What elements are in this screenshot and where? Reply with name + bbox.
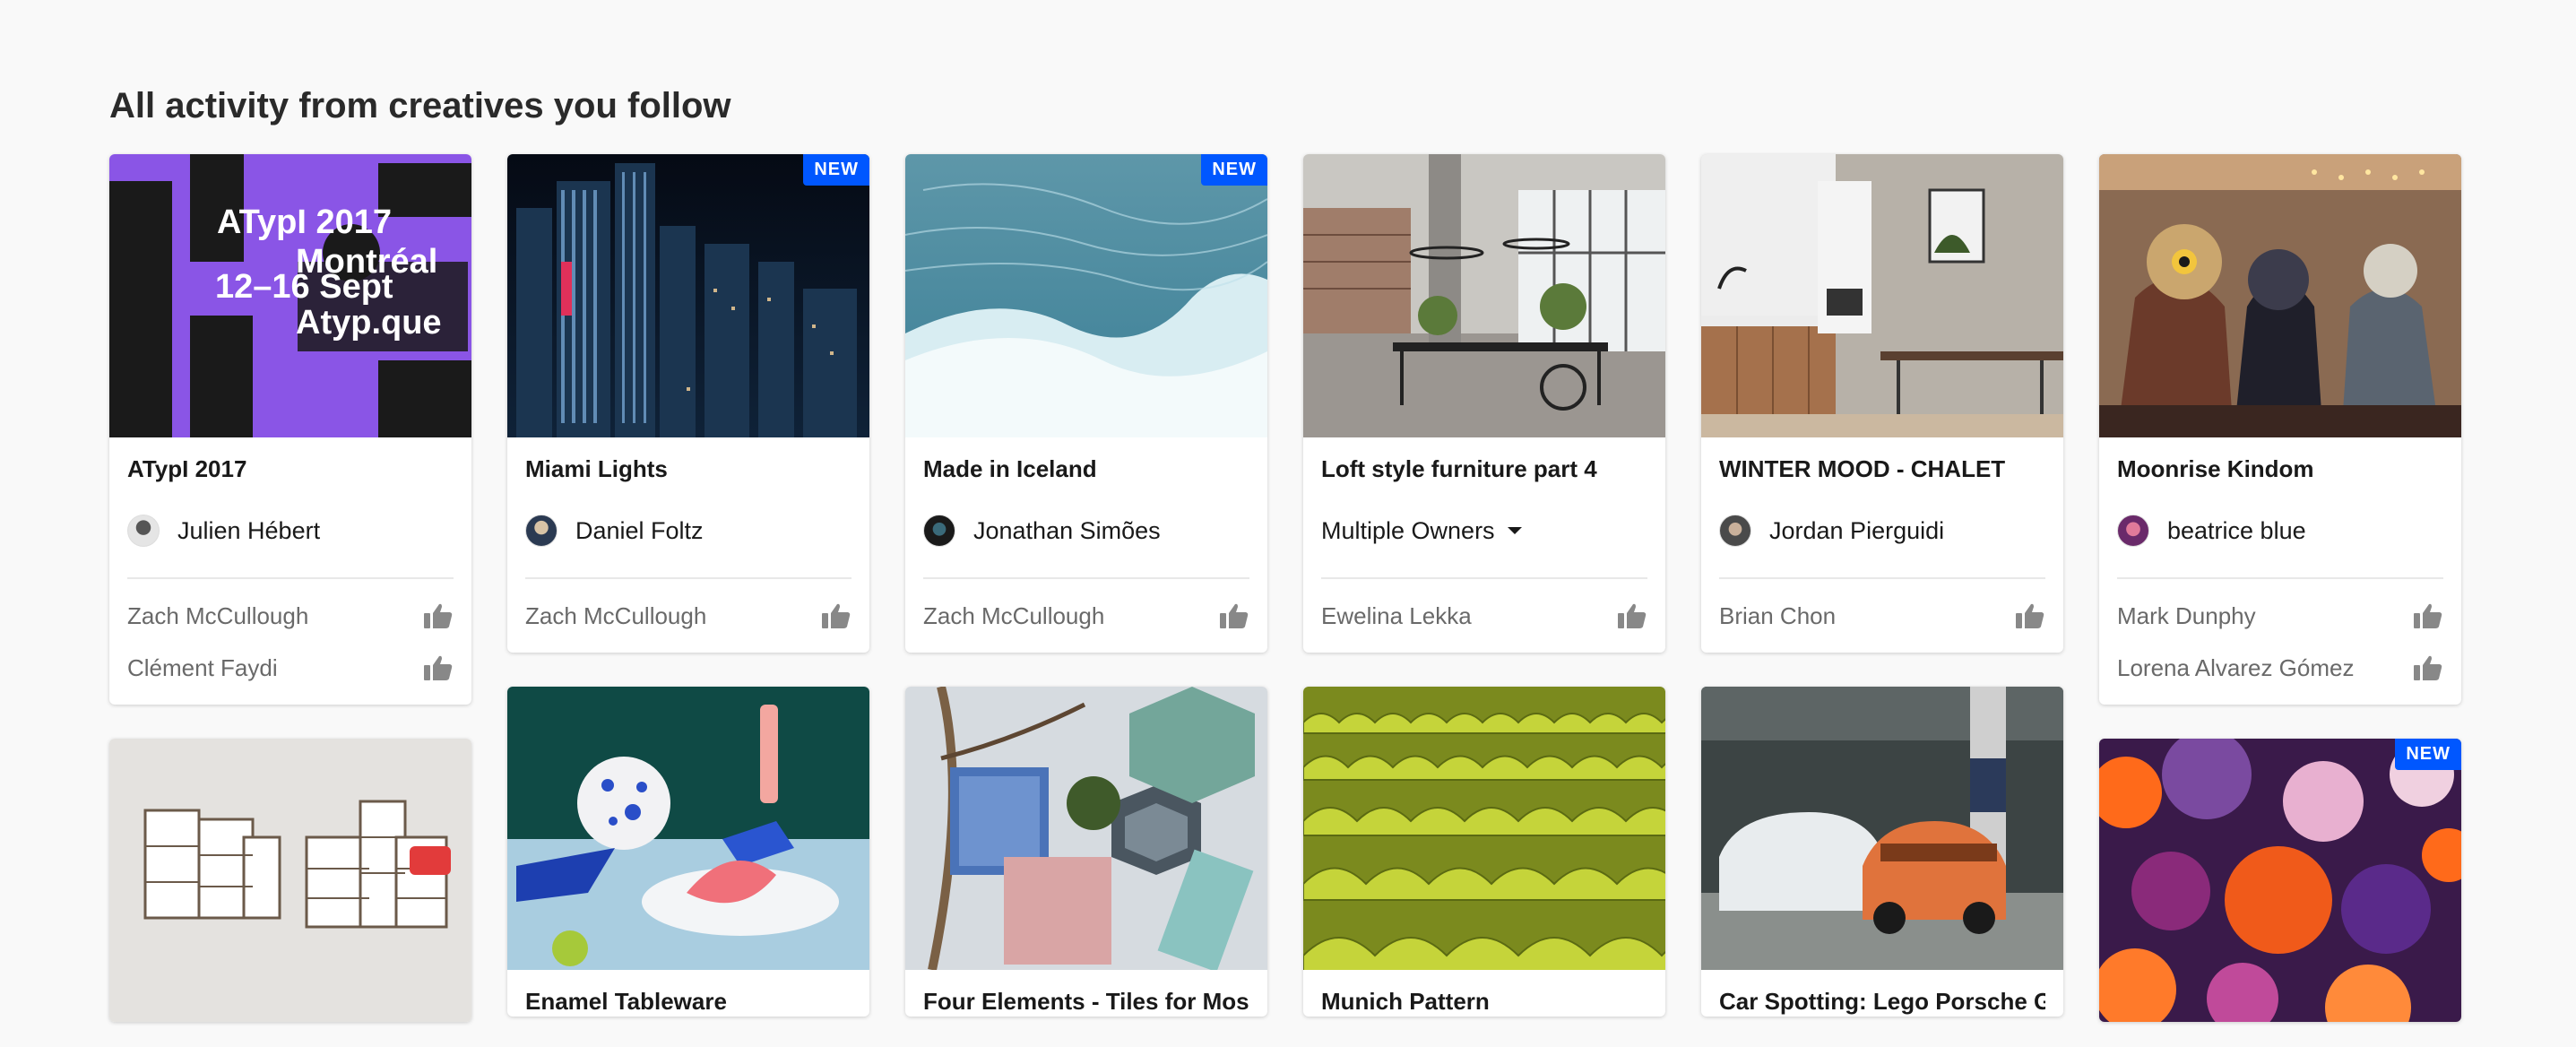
project-card[interactable]: Enamel Tableware bbox=[507, 687, 869, 1017]
activity-page: All activity from creatives you follow A… bbox=[0, 0, 2576, 1047]
project-card[interactable]: WINTER MOOD - CHALET Jordan Pierguidi Br… bbox=[1701, 154, 2063, 653]
appreciation-row: Clément Faydi bbox=[127, 642, 454, 694]
liker-name[interactable]: Mark Dunphy bbox=[2117, 602, 2256, 630]
thumbs-up-icon bbox=[1617, 602, 1647, 629]
appreciation-row: Mark Dunphy bbox=[2117, 590, 2443, 642]
appreciation-row: Brian Chon bbox=[1719, 590, 2045, 642]
column: Loft style furniture part 4 Multiple Own… bbox=[1303, 154, 1665, 1047]
project-card[interactable]: Munich Pattern bbox=[1303, 687, 1665, 1017]
column: ATypI 2017 Montréal 12–16 Sept Atyp.que … bbox=[109, 154, 471, 1047]
thumbs-up-icon bbox=[2413, 602, 2443, 629]
liker-name[interactable]: Zach McCullough bbox=[127, 602, 308, 630]
avatar bbox=[525, 515, 558, 547]
liker-name[interactable]: Zach McCullough bbox=[525, 602, 706, 630]
project-thumbnail[interactable] bbox=[507, 687, 869, 970]
owner-name[interactable]: Daniel Foltz bbox=[575, 517, 704, 545]
project-card[interactable]: Four Elements - Tiles for Mosaic bbox=[905, 687, 1267, 1017]
avatar bbox=[923, 515, 955, 547]
appreciations-list: Brian Chon bbox=[1719, 579, 2045, 653]
project-owner[interactable]: Julien Hébert bbox=[127, 484, 454, 577]
thumbs-up-icon bbox=[1219, 602, 1249, 629]
column: NEW Miami Lights Daniel Foltz Zach McCul… bbox=[507, 154, 869, 1047]
project-card[interactable]: Moonrise Kindom beatrice blue Mark Dunph… bbox=[2099, 154, 2461, 705]
project-title[interactable]: Loft style furniture part 4 bbox=[1321, 454, 1647, 484]
project-owner[interactable]: Daniel Foltz bbox=[525, 484, 851, 577]
project-owner[interactable]: beatrice blue bbox=[2117, 484, 2443, 577]
project-title[interactable]: Made in Iceland bbox=[923, 454, 1249, 484]
liker-name[interactable]: Lorena Alvarez Gómez bbox=[2117, 654, 2354, 682]
liker-name[interactable]: Ewelina Lekka bbox=[1321, 602, 1472, 630]
project-card[interactable]: NEW bbox=[2099, 739, 2461, 1022]
thumb-text-line: 12–16 Sept bbox=[215, 268, 393, 306]
appreciation-row: Lorena Alvarez Gómez bbox=[2117, 642, 2443, 694]
appreciation-row: Zach McCullough bbox=[127, 590, 454, 642]
thumb-text-line: Atyp.que bbox=[296, 304, 442, 342]
project-thumbnail[interactable]: ATypI 2017 Montréal 12–16 Sept Atyp.que bbox=[109, 154, 471, 437]
thumbs-up-icon bbox=[423, 602, 454, 629]
multiple-owners-dropdown[interactable]: Multiple Owners bbox=[1321, 484, 1647, 577]
new-badge: NEW bbox=[1201, 154, 1267, 186]
thumbs-up-icon bbox=[2015, 602, 2045, 629]
project-card[interactable]: ATypI 2017 Montréal 12–16 Sept Atyp.que … bbox=[109, 154, 471, 705]
project-card[interactable]: Car Spotting: Lego Porsche GT3 bbox=[1701, 687, 2063, 1017]
project-thumbnail[interactable] bbox=[109, 739, 471, 1022]
project-owner[interactable]: Jonathan Simões bbox=[923, 484, 1249, 577]
project-card[interactable] bbox=[109, 739, 471, 1022]
project-owner[interactable]: Jordan Pierguidi bbox=[1719, 484, 2045, 577]
project-title[interactable]: Miami Lights bbox=[525, 454, 851, 484]
project-card[interactable]: NEW Miami Lights Daniel Foltz Zach McCul… bbox=[507, 154, 869, 653]
appreciations-list: Zach McCullough bbox=[525, 579, 851, 653]
project-title[interactable]: WINTER MOOD - CHALET bbox=[1719, 454, 2045, 484]
owner-name[interactable]: Jordan Pierguidi bbox=[1769, 517, 1944, 545]
project-title[interactable]: Car Spotting: Lego Porsche GT3 bbox=[1719, 986, 2045, 1017]
project-title[interactable]: Enamel Tableware bbox=[525, 986, 851, 1017]
liker-name[interactable]: Zach McCullough bbox=[923, 602, 1104, 630]
appreciations-list: Mark Dunphy Lorena Alvarez Gómez bbox=[2117, 579, 2443, 705]
owner-name[interactable]: Jonathan Simões bbox=[973, 517, 1161, 545]
project-title[interactable]: Moonrise Kindom bbox=[2117, 454, 2443, 484]
project-thumbnail[interactable]: NEW bbox=[507, 154, 869, 437]
project-thumbnail[interactable]: NEW bbox=[2099, 739, 2461, 1022]
page-title: All activity from creatives you follow bbox=[109, 86, 731, 125]
project-card[interactable]: NEW Made in Iceland Jonathan Simões Zach… bbox=[905, 154, 1267, 653]
thumb-text-line: ATypI 2017 bbox=[217, 203, 392, 241]
column: Moonrise Kindom beatrice blue Mark Dunph… bbox=[2099, 154, 2461, 1047]
new-badge: NEW bbox=[803, 154, 869, 186]
project-thumbnail[interactable] bbox=[2099, 154, 2461, 437]
project-thumbnail[interactable] bbox=[1701, 687, 2063, 970]
avatar bbox=[127, 515, 160, 547]
owner-name[interactable]: Julien Hébert bbox=[177, 517, 320, 545]
column: NEW Made in Iceland Jonathan Simões Zach… bbox=[905, 154, 1267, 1047]
project-thumbnail[interactable] bbox=[905, 687, 1267, 970]
liker-name[interactable]: Clément Faydi bbox=[127, 654, 278, 682]
project-title[interactable]: Four Elements - Tiles for Mosaic bbox=[923, 986, 1249, 1017]
column: WINTER MOOD - CHALET Jordan Pierguidi Br… bbox=[1701, 154, 2063, 1047]
project-thumbnail[interactable] bbox=[1701, 154, 2063, 437]
project-card[interactable]: Loft style furniture part 4 Multiple Own… bbox=[1303, 154, 1665, 653]
appreciation-row: Ewelina Lekka bbox=[1321, 590, 1647, 642]
thumbs-up-icon bbox=[2413, 654, 2443, 681]
appreciation-row: Zach McCullough bbox=[923, 590, 1249, 642]
project-title[interactable]: Munich Pattern bbox=[1321, 986, 1647, 1017]
project-thumbnail[interactable] bbox=[1303, 687, 1665, 970]
appreciations-list: Zach McCullough Clément Faydi bbox=[127, 579, 454, 705]
appreciations-list: Zach McCullough bbox=[923, 579, 1249, 653]
liker-name[interactable]: Brian Chon bbox=[1719, 602, 1836, 630]
project-title[interactable]: ATypI 2017 bbox=[127, 454, 454, 484]
owner-name[interactable]: Multiple Owners bbox=[1321, 517, 1495, 545]
new-badge: NEW bbox=[2395, 739, 2461, 770]
owner-name[interactable]: beatrice blue bbox=[2167, 517, 2306, 545]
avatar bbox=[1719, 515, 1751, 547]
thumbs-up-icon bbox=[423, 654, 454, 681]
appreciations-list: Ewelina Lekka bbox=[1321, 579, 1647, 653]
appreciation-row: Zach McCullough bbox=[525, 590, 851, 642]
project-thumbnail[interactable]: NEW bbox=[905, 154, 1267, 437]
project-thumbnail[interactable] bbox=[1303, 154, 1665, 437]
chevron-down-icon[interactable] bbox=[1507, 527, 1522, 534]
thumbs-up-icon bbox=[821, 602, 851, 629]
avatar bbox=[2117, 515, 2149, 547]
